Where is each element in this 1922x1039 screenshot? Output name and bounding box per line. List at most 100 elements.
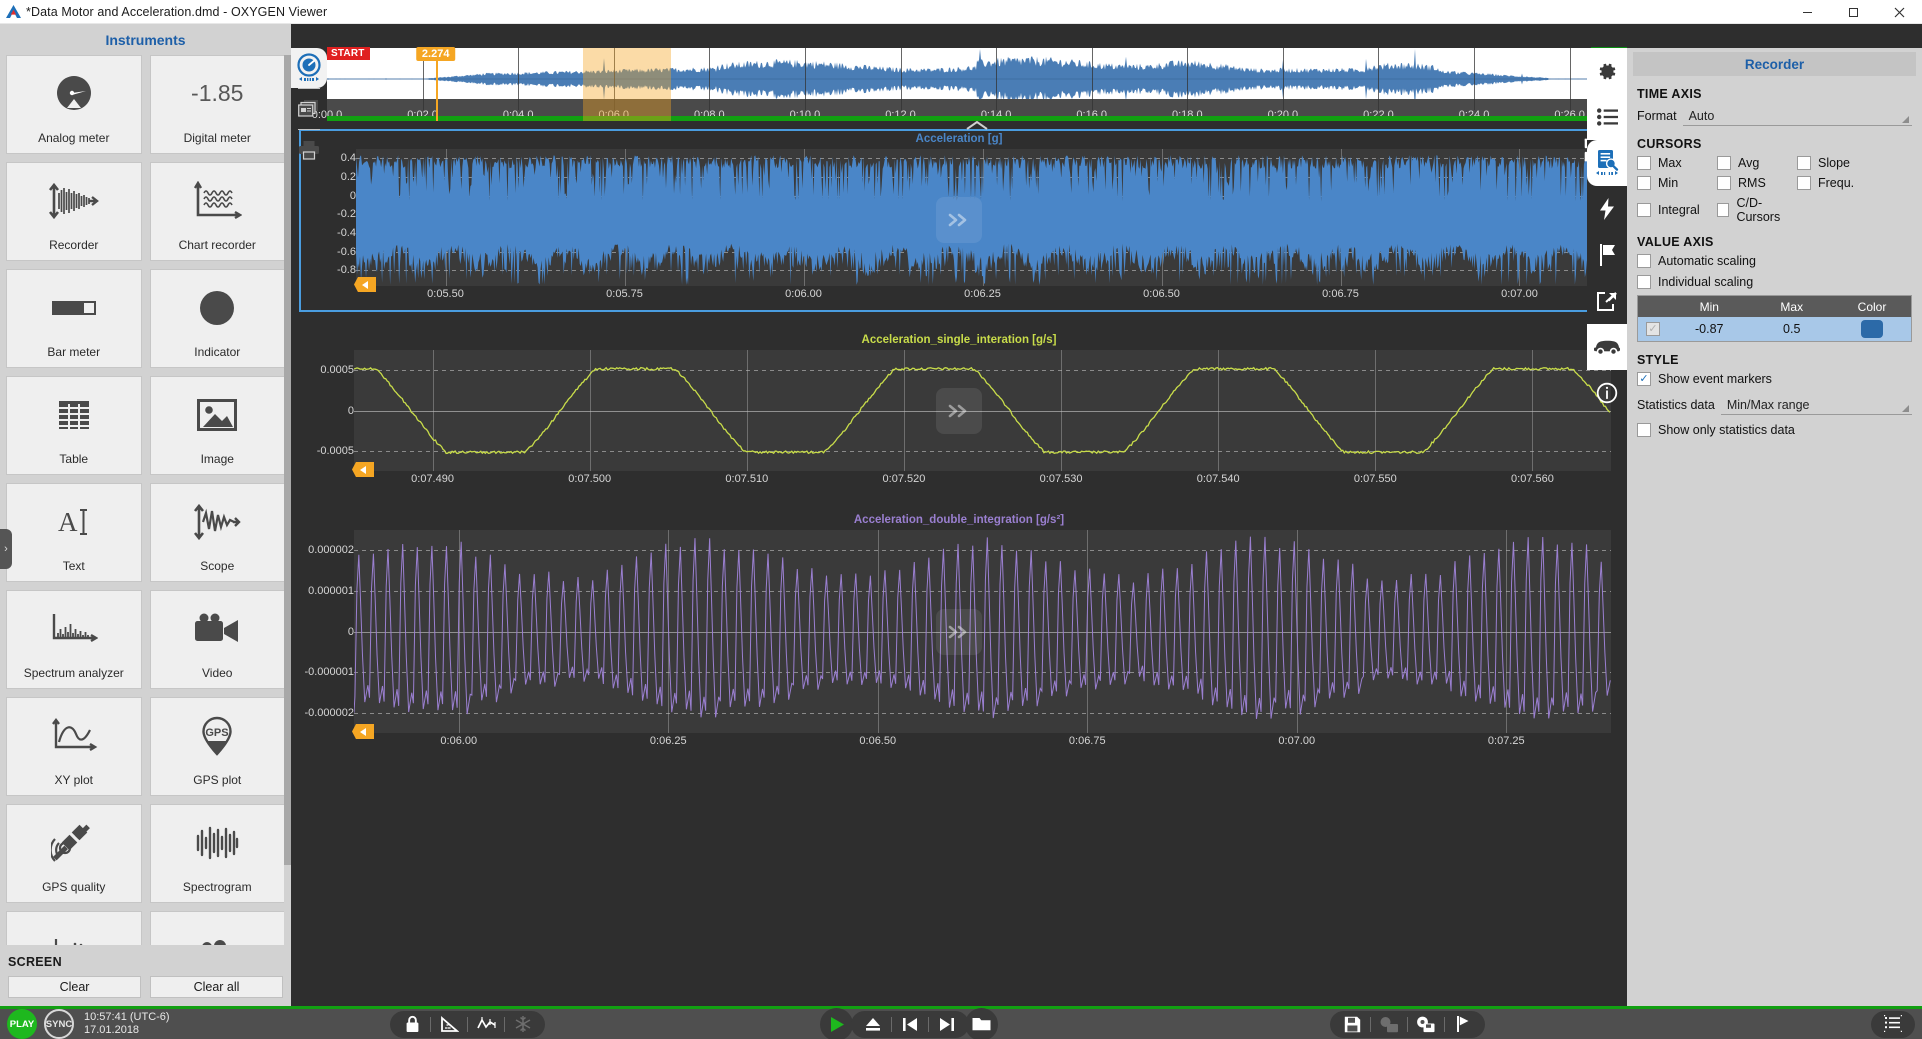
row-min-value[interactable]: -0.87 <box>1668 322 1751 336</box>
play-button[interactable] <box>820 1008 853 1039</box>
instrument-cell-gps-quality[interactable]: GPS quality <box>6 804 142 903</box>
show-only-statistics-box[interactable] <box>1637 423 1651 437</box>
cursor-checkbox-integral[interactable]: Integral <box>1637 196 1717 224</box>
show-event-markers-checkbox[interactable]: ✓ Show event markers <box>1637 372 1912 386</box>
checkbox-box[interactable] <box>1637 203 1651 217</box>
save-config-icon[interactable] <box>1408 1011 1444 1038</box>
list-menu-icon[interactable] <box>1875 1011 1911 1038</box>
instrument-cell-analog-meter[interactable]: Analog meter <box>6 55 142 154</box>
cursor-checkbox-max[interactable]: Max <box>1637 156 1717 170</box>
instrument-cell-grid-plot[interactable] <box>6 911 142 945</box>
screens-icon[interactable] <box>291 89 327 129</box>
checkbox-box[interactable] <box>1637 156 1651 170</box>
open-folder-button[interactable] <box>965 1008 998 1039</box>
instrument-cell-scope[interactable]: Scope <box>150 483 286 582</box>
checkbox-box[interactable] <box>1717 156 1731 170</box>
checkbox-box[interactable] <box>1717 203 1729 217</box>
overview-collapse-handle[interactable] <box>966 118 988 133</box>
lock-icon[interactable] <box>394 1011 430 1038</box>
row-enabled-checkbox[interactable]: ✓ <box>1638 322 1668 336</box>
sync-status-badge[interactable]: SYNC <box>44 1009 74 1039</box>
automatic-scaling-checkbox[interactable]: Automatic scaling <box>1637 254 1912 268</box>
instrument-cell-table[interactable]: Table <box>6 376 142 475</box>
print-icon[interactable] <box>291 130 327 170</box>
row-color-cell[interactable] <box>1833 320 1911 338</box>
snowflake-icon[interactable] <box>505 1011 541 1038</box>
chart-pan-right-overlay[interactable] <box>936 197 982 243</box>
individual-scaling-box[interactable] <box>1637 275 1651 289</box>
channel-list-icon[interactable] <box>1587 94 1627 140</box>
skip-start-button[interactable] <box>892 1011 928 1038</box>
chart-acceleration_double_integration[interactable]: Acceleration_double_integration [g/s²]0.… <box>299 512 1619 757</box>
chart-scroll-left-handle[interactable] <box>354 277 376 292</box>
minimize-button[interactable] <box>1784 0 1830 24</box>
show-only-statistics-checkbox[interactable]: Show only statistics data <box>1637 423 1912 437</box>
info-icon[interactable] <box>1587 370 1627 416</box>
automatic-scaling-box[interactable] <box>1637 254 1651 268</box>
instruments-scrollbar[interactable] <box>284 55 291 945</box>
cursor-checkbox-slope[interactable]: Slope <box>1797 156 1912 170</box>
row-enabled-box[interactable]: ✓ <box>1646 322 1660 336</box>
chart-scroll-left-handle[interactable] <box>352 724 374 739</box>
instrument-cell-xy-plot[interactable]: XY plot <box>6 697 142 796</box>
trigger-bolt-icon[interactable] <box>1587 186 1627 232</box>
color-swatch[interactable] <box>1861 320 1883 338</box>
left-panel-collapse-handle[interactable]: › <box>0 529 12 569</box>
marker-flag-icon[interactable] <box>1587 232 1627 278</box>
overview-navigator[interactable]: 2.274 START STOP 0:00.00:02.00:04.00:06.… <box>327 48 1627 121</box>
overview-zoom-region[interactable] <box>583 48 671 121</box>
maximize-button[interactable] <box>1830 0 1876 24</box>
row-max-value[interactable]: 0.5 <box>1751 322 1834 336</box>
instrument-cell-spectrogram[interactable]: Spectrogram <box>150 804 286 903</box>
save-settings-icon[interactable] <box>1371 1011 1407 1038</box>
recorder-properties-icon[interactable] <box>1587 140 1627 186</box>
show-event-markers-box[interactable]: ✓ <box>1637 372 1651 386</box>
cursor-checkbox-frequ-[interactable]: Frequ. <box>1797 176 1912 190</box>
save-icon[interactable] <box>1334 1011 1370 1038</box>
curve-points-icon[interactable] <box>468 1011 504 1038</box>
instrument-cell-image[interactable]: Image <box>150 376 286 475</box>
chart-pan-right-overlay[interactable] <box>936 388 982 434</box>
clear-button[interactable]: Clear <box>8 976 141 998</box>
time-format-select[interactable]: Auto <box>1683 106 1912 126</box>
checkbox-box[interactable] <box>1797 156 1811 170</box>
measurement-icon[interactable] <box>291 48 327 88</box>
chart-acceleration[interactable]: Acceleration [g]0.40.20-0.2-0.4-0.6-0.80… <box>299 129 1619 312</box>
flag-play-icon[interactable] <box>1445 1011 1481 1038</box>
cursor-checkbox-rms[interactable]: RMS <box>1717 176 1797 190</box>
instrument-cell-bar-meter[interactable]: Bar meter <box>6 269 142 368</box>
chart-plot-area[interactable] <box>356 149 1609 286</box>
vehicle-icon[interactable] <box>1587 324 1627 370</box>
instrument-cell-chart-recorder[interactable]: Chart recorder <box>150 162 286 261</box>
settings-gear-icon[interactable] <box>1587 48 1627 94</box>
export-share-icon[interactable] <box>1587 278 1627 324</box>
chart-plot-area[interactable] <box>354 350 1611 471</box>
cursor-checkbox-c-d-cursors[interactable]: C/D-Cursors <box>1717 196 1797 224</box>
start-marker[interactable]: START <box>327 47 370 60</box>
checkbox-box[interactable] <box>1717 176 1731 190</box>
table-row[interactable]: ✓ -0.87 0.5 <box>1638 317 1911 341</box>
cursor-checkbox-avg[interactable]: Avg <box>1717 156 1797 170</box>
instrument-cell-indicator[interactable]: Indicator <box>150 269 286 368</box>
instruments-scrollbar-thumb[interactable] <box>284 55 291 865</box>
instrument-cell-gps-plot[interactable]: GPSGPS plot <box>150 697 286 796</box>
close-button[interactable] <box>1876 0 1922 24</box>
instrument-cell-scene[interactable] <box>150 911 286 945</box>
instrument-cell-spectrum-analyzer[interactable]: Spectrum analyzer <box>6 590 142 689</box>
individual-scaling-checkbox[interactable]: Individual scaling <box>1637 275 1912 289</box>
statistics-data-select[interactable]: Min/Max range <box>1721 395 1912 415</box>
instrument-cell-recorder[interactable]: Recorder <box>6 162 142 261</box>
chart-acceleration_single_interation[interactable]: Acceleration_single_interation [g/s]0.00… <box>299 332 1619 495</box>
play-status-badge[interactable]: PLAY <box>7 1009 37 1039</box>
overview-cursor-value[interactable]: 2.274 <box>416 47 456 61</box>
eject-button[interactable] <box>855 1011 891 1038</box>
triangle-ruler-icon[interactable] <box>431 1011 467 1038</box>
instrument-cell-text[interactable]: AText <box>6 483 142 582</box>
chart-plot-area[interactable] <box>354 530 1611 733</box>
cursor-checkbox-min[interactable]: Min <box>1637 176 1717 190</box>
clear-all-button[interactable]: Clear all <box>150 976 283 998</box>
instrument-cell-video[interactable]: Video <box>150 590 286 689</box>
checkbox-box[interactable] <box>1797 176 1811 190</box>
chart-pan-right-overlay[interactable] <box>936 609 982 655</box>
skip-end-button[interactable] <box>929 1011 965 1038</box>
